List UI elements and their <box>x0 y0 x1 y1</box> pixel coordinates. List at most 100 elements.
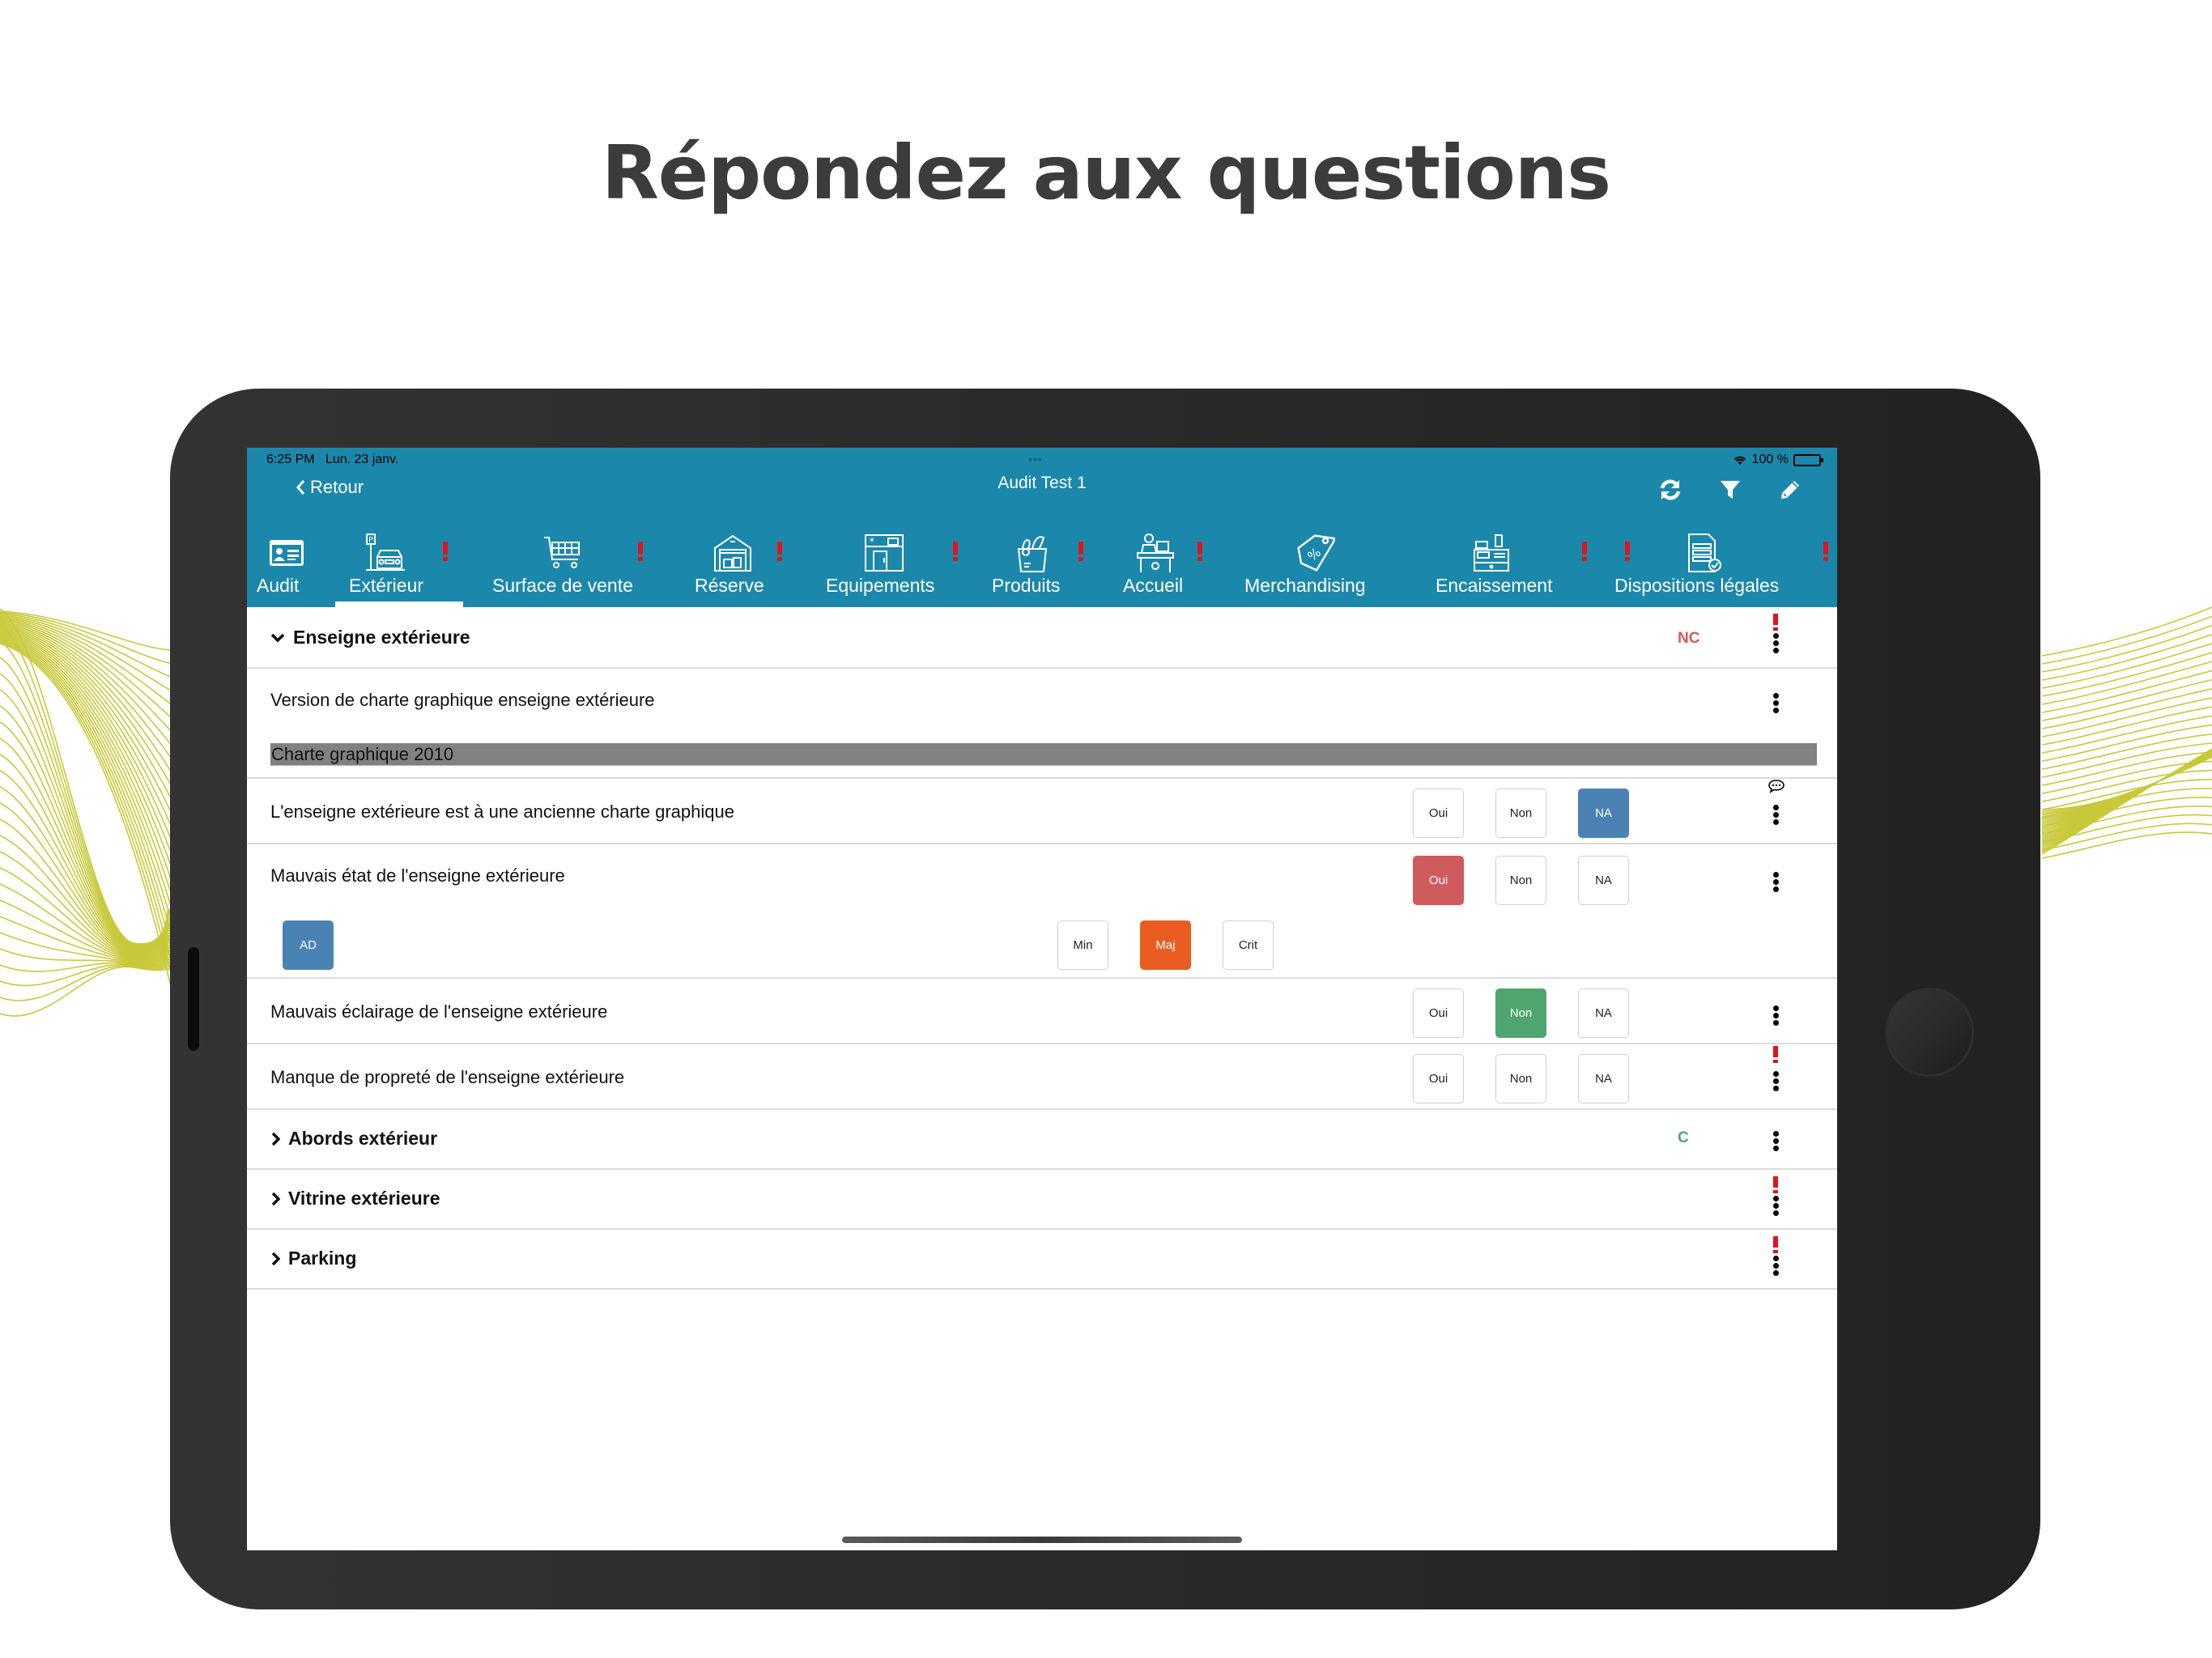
section-toggle[interactable]: Vitrine extérieure <box>270 1188 440 1209</box>
refresh-button[interactable] <box>1657 477 1683 503</box>
back-button-label: Retour <box>310 477 364 497</box>
answer-oui-button[interactable]: Oui <box>1413 988 1464 1038</box>
section-toggle[interactable]: Parking <box>270 1248 356 1269</box>
section-title: Vitrine extérieure <box>288 1188 440 1209</box>
chevron-left-icon <box>296 480 305 495</box>
status-bar-right: 100 % <box>1733 453 1823 467</box>
fridge-icon: * <box>864 533 904 573</box>
tab-dispositions-legales[interactable]: Dispositions légales <box>1611 525 1837 607</box>
tab-label: Extérieur <box>349 575 424 596</box>
tablet-side-button <box>188 947 199 1051</box>
tab-label: Merchandising <box>1244 575 1366 596</box>
more-options-icon[interactable] <box>1771 1196 1780 1218</box>
section-status-badge: C <box>1678 1129 1689 1146</box>
tab-alert-icon <box>1197 542 1202 561</box>
answer-non-button[interactable]: Non <box>1495 789 1546 838</box>
comment-icon[interactable] <box>1767 779 1785 793</box>
tab-alert-icon <box>1823 542 1828 561</box>
chevron-down-icon <box>270 633 285 642</box>
answer-non-button[interactable]: Non <box>1495 1054 1546 1103</box>
chevron-right-icon <box>271 1192 280 1205</box>
answer-non-button[interactable]: Non <box>1495 988 1546 1038</box>
severity-maj-button[interactable]: Maj <box>1140 920 1191 970</box>
question-row: Mauvais éclairage de l'enseigne extérieu… <box>247 979 1837 1044</box>
tab-audit[interactable]: Audit <box>257 525 305 607</box>
question-text: L'enseigne extérieure est à une ancienne… <box>270 801 734 822</box>
tab-merchandising[interactable]: % Merchandising <box>1244 525 1630 607</box>
section-header-abords[interactable]: Abords extérieur C <box>247 1110 1837 1170</box>
tab-alert-icon <box>443 542 448 561</box>
tab-produits[interactable]: Produits <box>992 525 1121 607</box>
edit-icon <box>1781 481 1799 499</box>
answer-na-button[interactable]: NA <box>1578 988 1629 1038</box>
tab-equipements[interactable]: * Equipements <box>822 525 968 607</box>
section-header-vitrine[interactable]: Vitrine extérieure <box>247 1170 1837 1230</box>
more-options-icon[interactable] <box>1771 1005 1780 1027</box>
chevron-right-icon <box>271 1132 280 1146</box>
tab-exterieur[interactable]: P Extérieur <box>332 525 462 607</box>
question-text: Version de charte graphique enseigne ext… <box>270 690 655 710</box>
tab-label: Dispositions légales <box>1614 575 1780 596</box>
more-options-icon[interactable] <box>1771 1256 1780 1278</box>
alert-icon <box>1773 1236 1778 1253</box>
tab-label: Audit <box>257 575 300 596</box>
answer-oui-button[interactable]: Oui <box>1413 1054 1464 1103</box>
refresh-icon <box>1660 479 1681 500</box>
app-header: 6:25 PM Lun. 23 janv. ••• 100 % Retour A… <box>247 448 1837 607</box>
cash-register-icon <box>1471 533 1512 573</box>
section-header-parking[interactable]: Parking <box>247 1230 1837 1290</box>
severity-min-button[interactable]: Min <box>1057 920 1108 970</box>
more-options-icon[interactable] <box>1771 1131 1780 1153</box>
answer-non-button[interactable]: Non <box>1495 856 1546 905</box>
section-toggle[interactable]: Enseigne extérieure <box>270 627 470 648</box>
alert-icon <box>1773 1046 1778 1063</box>
filter-icon <box>1721 481 1740 499</box>
answer-oui-button[interactable]: Oui <box>1413 856 1464 905</box>
charter-version-select[interactable]: Charte graphique 2010 <box>270 743 1817 766</box>
tab-label: Réserve <box>695 575 764 596</box>
home-indicator[interactable] <box>842 1537 1242 1543</box>
question-row: Mauvais état de l'enseigne extérieure Ou… <box>247 844 1837 979</box>
status-time: 6:25 PM <box>266 453 315 466</box>
more-options-icon[interactable] <box>1771 805 1780 827</box>
tab-accueil[interactable]: Accueil <box>1123 525 1236 607</box>
tab-alert-icon <box>777 542 782 561</box>
battery-icon <box>1793 453 1823 466</box>
question-text: Mauvais éclairage de l'enseigne extérieu… <box>270 1001 608 1022</box>
severity-crit-button[interactable]: Crit <box>1223 920 1274 970</box>
section-title: Parking <box>288 1248 357 1269</box>
answer-na-button[interactable]: NA <box>1578 856 1629 905</box>
multitask-dots[interactable]: ••• <box>1028 453 1043 466</box>
more-options-icon[interactable] <box>1771 872 1780 894</box>
wifi-icon <box>1733 456 1746 465</box>
back-button[interactable]: Retour <box>296 477 364 498</box>
legal-document-icon <box>1684 533 1725 573</box>
action-ad-button[interactable]: AD <box>283 920 334 970</box>
alert-icon <box>1773 1176 1778 1193</box>
battery-percentage: 100 % <box>1751 453 1789 466</box>
tab-surface-de-vente[interactable]: Surface de vente <box>482 525 644 607</box>
tablet-home-button <box>1885 988 1974 1077</box>
svg-text:P: P <box>368 536 373 545</box>
section-title: Enseigne extérieure <box>293 627 470 648</box>
more-options-icon[interactable] <box>1771 633 1780 655</box>
chevron-right-icon <box>271 1252 280 1265</box>
more-options-icon[interactable] <box>1771 1071 1780 1093</box>
tab-alert-icon <box>1582 542 1587 561</box>
tab-label: Accueil <box>1123 575 1184 596</box>
tab-reserve[interactable]: Réserve <box>676 525 789 607</box>
answer-na-button[interactable]: NA <box>1578 1054 1629 1103</box>
section-title: Abords extérieur <box>288 1128 438 1149</box>
filter-button[interactable] <box>1717 477 1743 503</box>
section-toggle[interactable]: Abords extérieur <box>270 1128 437 1150</box>
parking-car-icon: P <box>364 533 406 573</box>
answer-na-button[interactable]: NA <box>1578 789 1629 838</box>
svg-text:*: * <box>870 536 874 547</box>
edit-button[interactable] <box>1777 477 1803 503</box>
more-options-icon[interactable] <box>1771 693 1780 715</box>
reception-desk-icon <box>1134 533 1176 573</box>
tab-label: Surface de vente <box>492 575 633 596</box>
tab-encaissement[interactable]: Encaissement <box>1431 525 1593 607</box>
section-header-enseigne[interactable]: Enseigne extérieure NC <box>247 607 1837 669</box>
answer-oui-button[interactable]: Oui <box>1413 789 1464 838</box>
